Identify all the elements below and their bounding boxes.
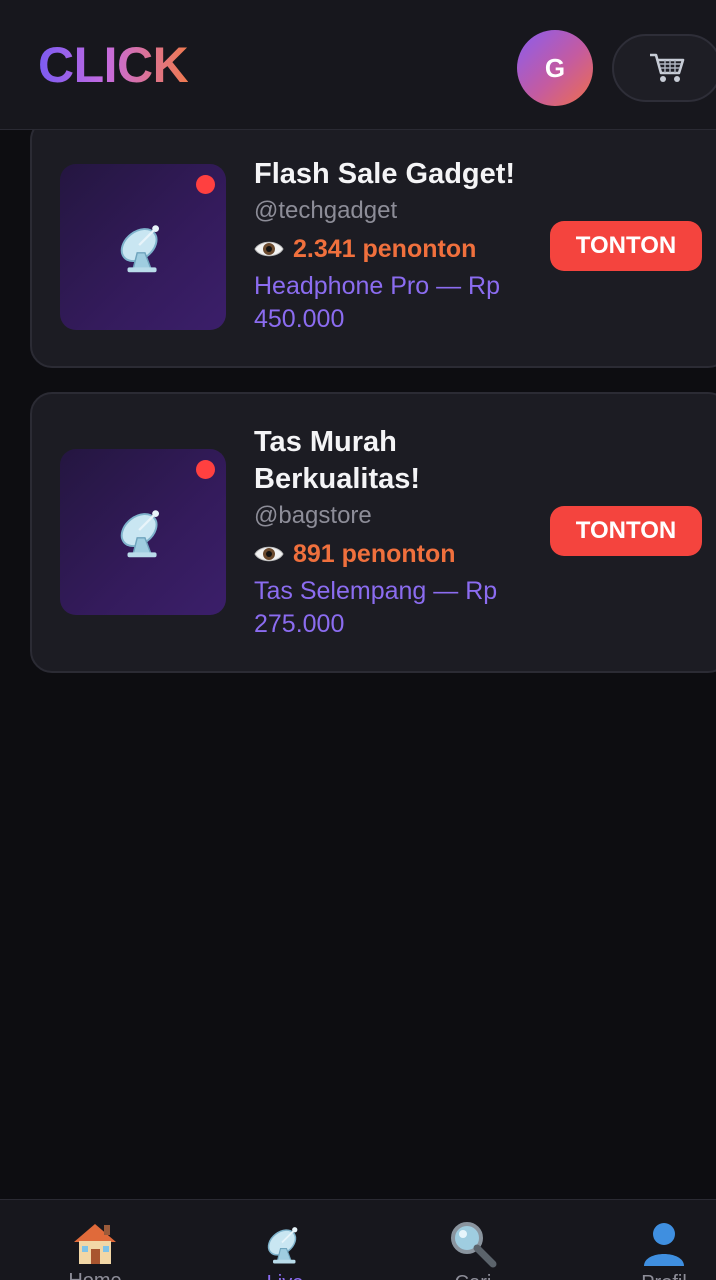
search-icon	[451, 1222, 497, 1268]
viewer-count-text: 2.341 penonton	[293, 234, 477, 263]
avatar-initial: G	[544, 52, 566, 83]
live-indicator-dot	[196, 460, 215, 479]
home-icon	[74, 1224, 116, 1264]
live-stream-card[interactable]: Flash Sale Gadget! @techgadget 2.341 pen…	[30, 118, 716, 368]
stream-thumbnail[interactable]	[60, 164, 226, 330]
viewer-count: 2.341 penonton	[254, 231, 544, 267]
eye-icon	[254, 241, 284, 257]
stream-title: Flash Sale Gadget!	[254, 158, 516, 190]
stream-title: Tas Murah Berkualitas!	[254, 426, 421, 495]
stream-info: Flash Sale Gadget! @techgadget 2.341 pen…	[254, 156, 544, 336]
satellite-dish-icon	[267, 1227, 298, 1264]
nav-item-live[interactable]: Live	[225, 1220, 345, 1280]
viewer-count: 891 penonton	[254, 536, 544, 572]
shopping-cart-icon	[650, 53, 685, 82]
cart-button[interactable]	[612, 34, 716, 102]
app-logo[interactable]: CLICK	[38, 36, 189, 94]
nav-label: Home	[68, 1270, 121, 1280]
nav-label: Cari	[455, 1272, 492, 1280]
live-stream-card[interactable]: Tas Murah Berkualitas! @bagstore 891 pen…	[30, 392, 716, 673]
nav-label: Live	[267, 1272, 304, 1280]
nav-item-home[interactable]: Home	[35, 1220, 155, 1280]
eye-icon	[254, 546, 284, 562]
app-header: CLICK G	[0, 0, 716, 130]
nav-item-search[interactable]: Cari	[413, 1220, 533, 1280]
featured-product[interactable]: Headphone Pro — Rp 450.000	[254, 270, 544, 336]
satellite-dish-icon	[120, 225, 159, 273]
seller-handle[interactable]: @bagstore	[254, 500, 544, 532]
viewer-count-text: 891 penonton	[293, 539, 456, 568]
watch-button[interactable]: TONTON	[550, 221, 702, 271]
nav-item-profile[interactable]: Profil	[604, 1220, 716, 1280]
satellite-dish-icon	[120, 510, 159, 558]
live-indicator-dot	[196, 175, 215, 194]
app-root: CLICK G Flash Sale Gadget! @techgadget 2…	[0, 0, 716, 1280]
featured-product[interactable]: Tas Selempang — Rp 275.000	[254, 575, 544, 641]
profile-icon	[644, 1223, 684, 1266]
watch-button[interactable]: TONTON	[550, 506, 702, 556]
nav-label: Profil	[641, 1272, 687, 1280]
bottom-navigation: Home Live Cari Profi	[0, 1199, 716, 1280]
seller-handle[interactable]: @techgadget	[254, 195, 544, 227]
stream-info: Tas Murah Berkualitas! @bagstore 891 pen…	[254, 424, 544, 641]
stream-thumbnail[interactable]	[60, 449, 226, 615]
user-avatar[interactable]: G	[517, 30, 593, 106]
